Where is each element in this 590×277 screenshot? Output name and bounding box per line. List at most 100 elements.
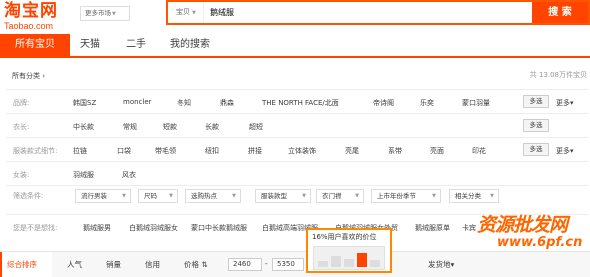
more-label: 更多 xyxy=(556,99,570,107)
filter-option[interactable]: 常规 xyxy=(123,122,137,132)
filter-option[interactable]: 印花 xyxy=(472,146,486,156)
histogram-bar[interactable] xyxy=(357,253,367,267)
filter-option[interactable]: 长款 xyxy=(205,122,219,132)
more-button[interactable]: 更多▾ xyxy=(556,146,574,156)
more-button[interactable]: 更多▾ xyxy=(556,98,574,108)
filter-dropdown[interactable]: 选购热点 ▼ xyxy=(185,189,241,203)
search-input[interactable]: 鹅绒服 xyxy=(210,2,510,23)
chevron-down-icon: ▼ xyxy=(112,11,116,17)
dropdown-label: 服装款型 xyxy=(261,192,287,200)
more-label: 更多 xyxy=(556,147,570,155)
filter-dropdown[interactable]: 流行男装 ▼ xyxy=(75,189,131,203)
dropdown-label: 尺码 xyxy=(144,192,157,200)
all-categories[interactable]: 所有分类 › xyxy=(12,71,45,81)
filter-option[interactable]: 风衣 xyxy=(122,170,136,180)
filter-row-details: 服装款式细节: 拉链 口袋 带毛领 纽扣 拼接 立体装饰 亮尾 系带 亮面 印花… xyxy=(5,137,588,161)
filter-option[interactable]: moncler xyxy=(123,98,152,106)
sort-credit[interactable]: 信用 xyxy=(145,252,160,277)
watermark-logo: 资源批发网 xyxy=(477,210,568,237)
filter-option[interactable]: 鼎森 xyxy=(220,98,234,108)
suggestions-label: 您是不是想找: xyxy=(13,224,58,232)
histogram-bar[interactable] xyxy=(370,260,380,267)
chevron-down-icon: ▾ xyxy=(570,147,574,155)
histogram-bar[interactable] xyxy=(318,261,328,267)
filter-option[interactable]: 冬知 xyxy=(177,98,191,108)
filter-dropdown[interactable]: 相关分类 ▼ xyxy=(449,189,499,203)
multi-select-button[interactable]: 多选 xyxy=(523,119,549,132)
tab-tmall[interactable]: 天猫 xyxy=(72,34,108,56)
tab-my-search[interactable]: 我的搜索 xyxy=(166,34,214,56)
filter-dropdown[interactable]: 上市年份季节 ▼ xyxy=(371,189,441,203)
filter-row-women: 女装: 羽绒服 风衣 xyxy=(5,161,588,185)
filter-option[interactable]: 口袋 xyxy=(117,146,131,156)
chevron-down-icon: ▼ xyxy=(490,193,494,199)
filter-dropdown[interactable]: 尺码 ▼ xyxy=(138,189,178,203)
filter-option[interactable]: 亮面 xyxy=(430,146,444,156)
filter-option[interactable]: 帝诗阁 xyxy=(373,98,394,108)
all-categories-label: 所有分类 xyxy=(12,72,40,80)
filter-option[interactable]: 系带 xyxy=(388,146,402,156)
filter-option[interactable]: 羽绒服 xyxy=(73,170,94,180)
chevron-down-icon: ▼ xyxy=(302,193,306,199)
chevron-right-icon: › xyxy=(42,72,46,80)
market-label: 更多市场 xyxy=(85,9,111,17)
sort-bar: 综合排序 人气 销量 信用 价格 ⇅ 2460 - 5350 发货地▾ xyxy=(0,251,590,277)
dropdown-label: 衣门襟 xyxy=(322,192,342,200)
filter-option[interactable]: 立体装饰 xyxy=(288,146,316,156)
suggestion-link[interactable]: 鹅绒服原单 xyxy=(415,223,450,233)
price-separator: - xyxy=(265,260,268,268)
sort-price[interactable]: 价格 ⇅ xyxy=(184,252,208,277)
filter-option[interactable]: 乐奕 xyxy=(420,98,434,108)
filter-option[interactable]: 中长款 xyxy=(73,122,94,132)
filter-option[interactable]: 带毛领 xyxy=(155,146,176,156)
market-dropdown[interactable]: 更多市场▼ xyxy=(80,6,130,21)
filter-dropdown[interactable]: 服装款型 ▼ xyxy=(255,189,311,203)
histogram-bar[interactable] xyxy=(331,256,341,267)
filter-label: 衣长: xyxy=(13,123,30,131)
filter-option[interactable]: 纽扣 xyxy=(205,146,219,156)
tab-all-items[interactable]: 所有宝贝 xyxy=(0,34,70,56)
suggestion-link[interactable]: 卡宾 xyxy=(462,223,476,233)
filter-option[interactable]: 超短 xyxy=(249,122,263,132)
total-count: 共 13.08万件宝贝 xyxy=(529,71,587,79)
filter-option[interactable]: 短款 xyxy=(163,122,177,132)
search-button[interactable]: 搜 索 xyxy=(532,2,588,23)
multi-select-button[interactable]: 多选 xyxy=(523,95,549,108)
ship-from-dropdown[interactable]: 发货地▾ xyxy=(428,252,454,277)
filter-option[interactable]: 韩国SZ xyxy=(73,98,96,108)
suggestion-link[interactable]: 鹅绒服男 xyxy=(83,223,111,233)
price-max-input[interactable]: 5350 xyxy=(272,258,304,271)
price-histogram[interactable] xyxy=(313,246,385,270)
chevron-down-icon: ▼ xyxy=(232,193,236,199)
price-tip-text: 16%用户喜欢的价位 xyxy=(312,233,377,241)
sort-popularity[interactable]: 人气 xyxy=(67,252,82,277)
multi-select-button[interactable]: 多选 xyxy=(523,143,549,156)
search-bar: 宝贝 ▼ 鹅绒服 搜 索 xyxy=(166,0,590,25)
nav-tabs: 所有宝贝 天猫 二手 我的搜索 xyxy=(0,34,590,58)
suggestion-link[interactable]: 蒙口中长款鹅绒服 xyxy=(191,223,247,233)
logo-domain: Taobao.com xyxy=(4,21,54,31)
dropdown-label: 上市年份季节 xyxy=(377,192,416,200)
filter-option[interactable]: 亮尾 xyxy=(345,146,359,156)
filter-dropdown[interactable]: 衣门襟 ▼ xyxy=(316,189,364,203)
histogram-bar[interactable] xyxy=(344,259,354,267)
suggestion-link[interactable]: 白鹅绒羽绒服女 xyxy=(129,223,178,233)
sort-default[interactable]: 综合排序 xyxy=(0,252,52,277)
price-tip-popover: 16%用户喜欢的价位 xyxy=(306,228,392,273)
sort-sales[interactable]: 销量 xyxy=(106,252,121,277)
price-min-input[interactable]: 2460 xyxy=(228,258,262,271)
filter-option[interactable]: 拉链 xyxy=(73,146,87,156)
filter-option[interactable]: 蒙口羽量 xyxy=(462,98,490,108)
chevron-down-icon: ▾ xyxy=(570,99,574,107)
chevron-down-icon: ▼ xyxy=(169,193,173,199)
chevron-down-icon: ▼ xyxy=(432,193,436,199)
tab-second-hand[interactable]: 二手 xyxy=(118,34,154,56)
filter-label: 筛选条件: xyxy=(13,192,44,200)
filter-option[interactable]: 拼接 xyxy=(248,146,262,156)
dropdown-label: 流行男装 xyxy=(81,192,107,200)
chevron-down-icon: ▼ xyxy=(192,10,196,16)
search-type-select[interactable]: 宝贝 ▼ xyxy=(168,2,204,23)
filter-label: 女装: xyxy=(13,171,30,179)
filter-option[interactable]: THE NORTH FACE/北面 xyxy=(262,98,339,108)
logo-text[interactable]: 淘宝网 xyxy=(4,1,58,21)
